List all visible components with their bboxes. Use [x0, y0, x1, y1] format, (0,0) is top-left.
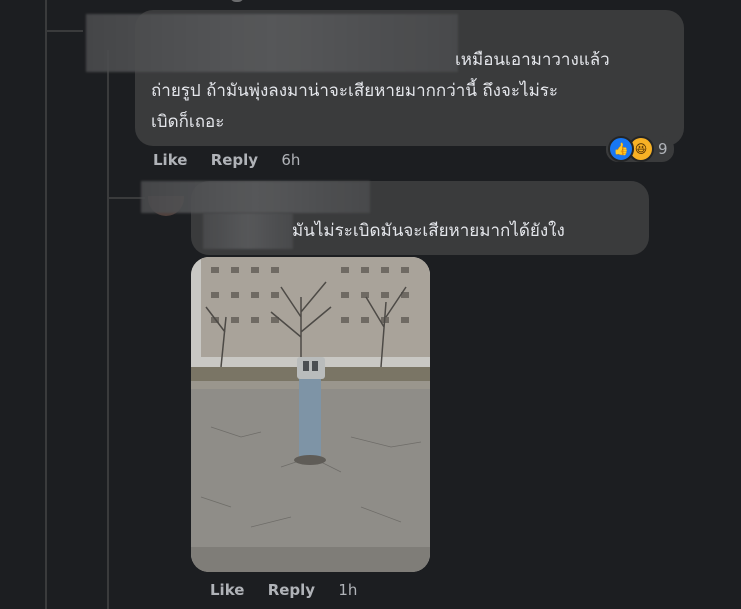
reply-text: มันไม่ระเบิดมันจะเสียหายมากได้ยังใง — [292, 221, 565, 241]
comment-text-line1: เหมือนเอามาวางแล้ว — [455, 50, 610, 70]
timestamp[interactable]: 1h — [338, 581, 357, 599]
timestamp[interactable]: 6h — [281, 151, 300, 169]
attached-photo[interactable] — [191, 257, 430, 572]
comment-text-line3: เบิดก็เถอะ — [151, 112, 225, 132]
reaction-summary[interactable]: 👍 😆 9 — [606, 136, 674, 162]
thread-line-reply — [107, 50, 109, 609]
thread-line — [45, 0, 47, 609]
comment-actions: Like Reply 6h — [153, 151, 318, 169]
thread-line-branch — [45, 30, 83, 32]
street-photo-image — [191, 257, 430, 572]
reply-button[interactable]: Reply — [268, 581, 315, 599]
like-reaction-icon: 👍 — [608, 136, 634, 162]
blurred-text — [203, 213, 293, 249]
reply-actions: Like Reply 1h — [210, 581, 375, 599]
blurred-author-name — [141, 181, 370, 213]
thread-line-reply-branch — [107, 197, 145, 199]
like-button[interactable]: Like — [210, 581, 244, 599]
blurred-author-name — [86, 14, 458, 72]
avatar[interactable] — [230, 0, 244, 2]
like-button[interactable]: Like — [153, 151, 187, 169]
reaction-count: 9 — [658, 140, 668, 158]
comment-text-line2: ถ่ายรูป ถ้ามันพุ่งลงมาน่าจะเสียหายมากกว่… — [151, 81, 559, 101]
reply-button[interactable]: Reply — [211, 151, 258, 169]
